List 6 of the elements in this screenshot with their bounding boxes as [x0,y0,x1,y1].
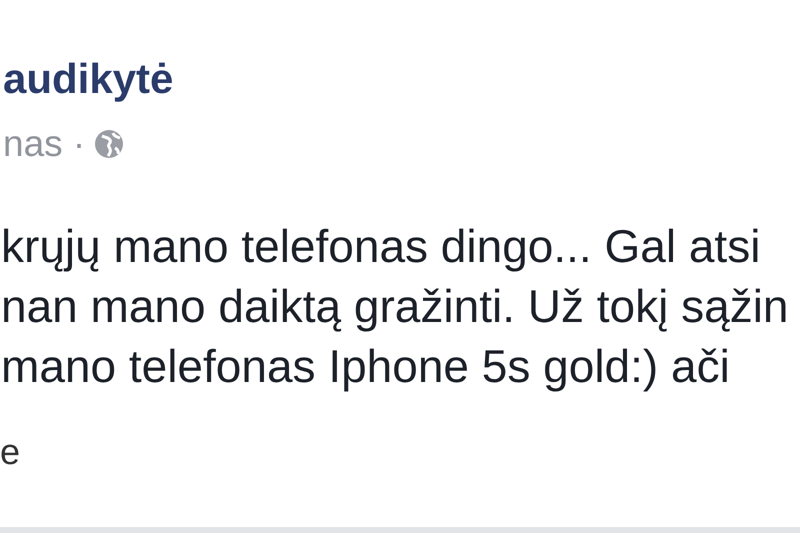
post-text-line: mano telefonas Iphone 5s gold:) ači [1,339,730,394]
author-name[interactable]: audikytė [3,56,174,102]
post-text-line: nan mano daiktą gražinti. Už tokį sąžin [1,279,789,334]
action-link[interactable]: e [0,432,20,472]
post-text-line: krųjų mano telefonas dingo... Gal atsi [1,219,760,274]
globe-icon[interactable] [93,128,126,160]
